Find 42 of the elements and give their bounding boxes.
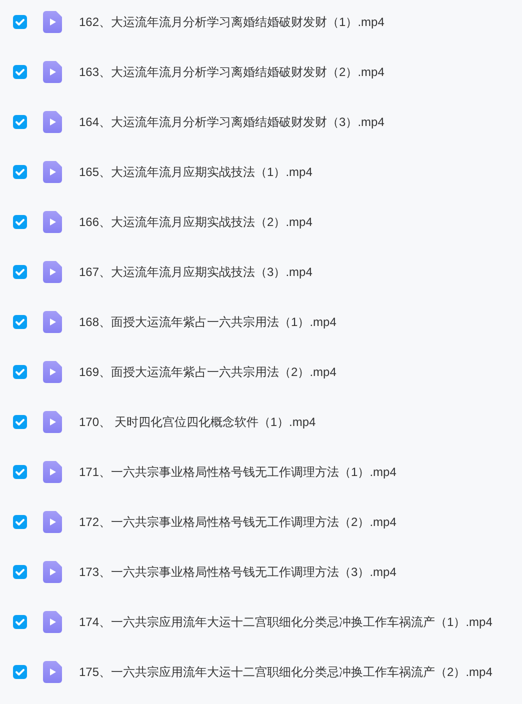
video-file-icon [43,311,62,333]
file-name[interactable]: 173、一六共宗事业格局性格号钱无工作调理方法（3）.mp4 [79,564,396,580]
file-name[interactable]: 174、一六共宗应用流年大运十二宫职细化分类忌冲换工作车祸流产（1）.mp4 [79,614,492,630]
video-file-icon [43,561,62,583]
video-file-icon [43,161,62,183]
file-name[interactable]: 168、面授大运流年紫占一六共宗用法（1）.mp4 [79,314,336,330]
checkbox[interactable] [13,65,27,79]
file-name[interactable]: 167、大运流年流月应期实战技法（3）.mp4 [79,264,312,280]
video-file-icon [43,211,62,233]
checkbox[interactable] [13,215,27,229]
file-name[interactable]: 175、一六共宗应用流年大运十二宫职细化分类忌冲换工作车祸流产（2）.mp4 [79,664,492,680]
video-file-icon [43,261,62,283]
checkbox[interactable] [13,515,27,529]
checkbox[interactable] [13,115,27,129]
video-file-icon [43,411,62,433]
checkbox[interactable] [13,15,27,29]
checkbox[interactable] [13,315,27,329]
checkbox[interactable] [13,615,27,629]
video-file-icon [43,61,62,83]
video-file-icon [43,611,62,633]
file-name[interactable]: 162、大运流年流月分析学习离婚结婚破财发财（1）.mp4 [79,14,384,30]
checkbox[interactable] [13,365,27,379]
video-file-icon [43,661,62,683]
file-name[interactable]: 163、大运流年流月分析学习离婚结婚破财发财（2）.mp4 [79,64,384,80]
file-name[interactable]: 165、大运流年流月应期实战技法（1）.mp4 [79,164,312,180]
video-file-icon [43,511,62,533]
file-name[interactable]: 171、一六共宗事业格局性格号钱无工作调理方法（1）.mp4 [79,464,396,480]
video-file-icon [43,361,62,383]
file-name[interactable]: 164、大运流年流月分析学习离婚结婚破财发财（3）.mp4 [79,114,384,130]
checkbox[interactable] [13,665,27,679]
file-name[interactable]: 172、一六共宗事业格局性格号钱无工作调理方法（2）.mp4 [79,514,396,530]
video-file-icon [43,111,62,133]
file-name[interactable]: 170、 天时四化宫位四化概念软件（1）.mp4 [79,414,316,430]
file-name[interactable]: 169、面授大运流年紫占一六共宗用法（2）.mp4 [79,364,336,380]
checkbox[interactable] [13,465,27,479]
file-name[interactable]: 166、大运流年流月应期实战技法（2）.mp4 [79,214,312,230]
video-file-icon [43,461,62,483]
video-file-icon [43,11,62,33]
checkbox[interactable] [13,415,27,429]
checkbox[interactable] [13,565,27,579]
checkbox[interactable] [13,165,27,179]
checkbox[interactable] [13,265,27,279]
